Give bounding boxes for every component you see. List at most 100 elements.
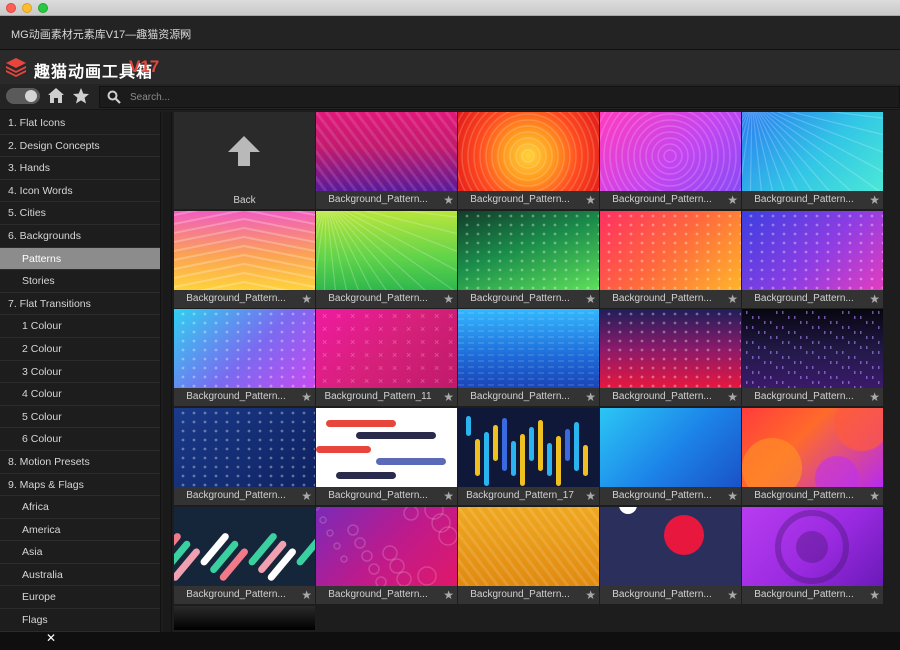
asset-tile[interactable]: Background_Pattern... ★ [742, 408, 883, 506]
favorite-star-icon[interactable]: ★ [443, 390, 454, 404]
favorite-star-icon[interactable]: ★ [585, 588, 596, 602]
sidebar-scrollbar[interactable] [163, 112, 172, 632]
asset-tile[interactable]: Background_Pattern... ★ [316, 506, 457, 604]
favorite-star-icon[interactable]: ★ [443, 588, 454, 602]
sidebar-item[interactable]: 7. Flat Transitions [0, 292, 160, 316]
asset-tile[interactable]: × × × × × × × × × × × × × × × × × × × × × × × × × × × × × × × × × × × × × × × ×… [316, 309, 457, 407]
asset-tile[interactable]: Background_Pattern... ★ [742, 309, 883, 407]
asset-thumbnail[interactable] [742, 112, 883, 191]
search-input[interactable] [130, 89, 830, 105]
asset-thumbnail[interactable]: × × × × × × × × × × × × × × × × × × × × × × × × × × × × × × × × × × × × × × × ×… [316, 309, 457, 389]
sidebar-item[interactable]: 3. Hands [0, 157, 160, 180]
asset-thumbnail[interactable] [316, 112, 457, 191]
asset-thumbnail[interactable] [458, 210, 599, 290]
favorite-star-icon[interactable]: ★ [727, 193, 738, 207]
favorite-star-icon[interactable]: ★ [869, 390, 880, 404]
favorite-star-icon[interactable]: ★ [869, 292, 880, 306]
asset-thumbnail[interactable] [742, 506, 883, 586]
back-tile[interactable]: Back [174, 112, 315, 209]
asset-tile[interactable]: Background_Pattern... ★ [600, 309, 741, 407]
favorite-star-icon[interactable]: ★ [443, 193, 454, 207]
asset-thumbnail[interactable] [316, 210, 457, 290]
favorite-star-icon[interactable]: ★ [727, 390, 738, 404]
sidebar-item[interactable]: 5 Colour [0, 405, 160, 429]
zoom-window-button[interactable] [38, 3, 48, 13]
asset-tile[interactable]: Background_Pattern... ★ [174, 210, 315, 308]
favorite-star-icon[interactable]: ★ [727, 292, 738, 306]
asset-thumbnail[interactable] [458, 112, 599, 191]
favorite-star-icon[interactable]: ★ [301, 390, 312, 404]
sidebar-item[interactable]: 2. Design Concepts [0, 134, 160, 158]
minimize-window-button[interactable] [22, 3, 32, 13]
favorite-star-icon[interactable]: ★ [585, 193, 596, 207]
asset-tile-partial[interactable] [174, 605, 315, 630]
asset-thumbnail[interactable] [174, 506, 315, 586]
sidebar-item[interactable]: 1. Flat Icons [0, 112, 160, 135]
asset-tile[interactable]: Background_Pattern... ★ [458, 210, 599, 308]
asset-thumbnail[interactable] [600, 506, 741, 586]
close-icon[interactable]: ✕ [46, 631, 56, 645]
asset-thumbnail[interactable] [742, 210, 883, 290]
sidebar-item[interactable]: 4. Icon Words [0, 179, 160, 203]
favorite-star-icon[interactable]: ★ [443, 292, 454, 306]
asset-tile[interactable]: Background_Pattern... ★ [600, 506, 741, 604]
sidebar-item[interactable]: 2 Colour [0, 337, 160, 361]
favorite-star-icon[interactable]: ★ [585, 489, 596, 503]
asset-tile[interactable]: Background_Pattern... ★ [742, 112, 883, 209]
asset-thumbnail[interactable] [174, 309, 315, 389]
asset-tile[interactable]: Background_Pattern... ★ [174, 506, 315, 604]
asset-thumbnail[interactable] [742, 408, 883, 488]
home-icon[interactable] [47, 87, 65, 105]
sidebar-item[interactable]: 8. Motion Presets [0, 450, 160, 474]
panel-title[interactable]: MG动画素材元素库V17—趣猫资源网 [11, 26, 191, 42]
asset-thumbnail[interactable] [600, 112, 741, 191]
asset-tile[interactable]: Background_Pattern... ★ [600, 112, 741, 209]
favorite-star-icon[interactable]: ★ [585, 292, 596, 306]
asset-tile[interactable]: Background_Pattern... ★ [174, 408, 315, 506]
asset-thumbnail[interactable] [174, 408, 315, 488]
sidebar-item[interactable]: Asia [0, 541, 160, 564]
favorite-star-icon[interactable]: ★ [301, 588, 312, 602]
asset-thumbnail[interactable] [742, 309, 883, 389]
sidebar-item[interactable]: Australia [0, 563, 160, 587]
asset-thumbnail[interactable] [316, 506, 457, 586]
sidebar-item[interactable]: 1 Colour [0, 315, 160, 338]
favorite-star-icon[interactable]: ★ [585, 390, 596, 404]
asset-thumbnail[interactable] [600, 309, 741, 389]
asset-tile[interactable]: Background_Pattern... ★ [600, 210, 741, 308]
mode-toggle[interactable] [6, 88, 40, 104]
asset-tile[interactable]: Background_Pattern... ★ [458, 112, 599, 209]
sidebar-item[interactable]: America [0, 518, 160, 542]
asset-tile[interactable]: Background_Pattern... ★ [600, 408, 741, 506]
asset-thumbnail[interactable] [458, 408, 599, 488]
sidebar-item[interactable]: 3 Colour [0, 360, 160, 384]
asset-thumbnail[interactable] [458, 506, 599, 586]
sidebar-item[interactable]: Europe [0, 586, 160, 610]
asset-tile[interactable]: Background_Pattern... ★ [316, 210, 457, 308]
asset-thumbnail[interactable] [458, 309, 599, 389]
asset-thumbnail[interactable] [600, 408, 741, 488]
asset-tile[interactable]: Background_Pattern... ★ [458, 309, 599, 407]
asset-tile[interactable]: Background_Pattern... ★ [316, 408, 457, 506]
asset-tile[interactable]: Background_Pattern... ★ [742, 506, 883, 604]
sidebar-item[interactable]: 6. Backgrounds [0, 224, 160, 248]
favorite-star-icon[interactable]: ★ [727, 588, 738, 602]
favorite-star-icon[interactable]: ★ [869, 193, 880, 207]
search-box[interactable] [99, 86, 900, 108]
sidebar-item[interactable]: Flags [0, 609, 160, 632]
sidebar-item[interactable]: 6 Colour [0, 428, 160, 451]
asset-tile[interactable]: Background_Pattern... ★ [742, 210, 883, 308]
asset-thumbnail[interactable] [174, 210, 315, 290]
sidebar-item[interactable]: Stories [0, 270, 160, 293]
hamburger-icon[interactable]: ≡ [180, 25, 187, 39]
favorites-star-icon[interactable] [72, 87, 90, 105]
close-window-button[interactable] [6, 3, 16, 13]
favorite-star-icon[interactable]: ★ [301, 292, 312, 306]
asset-thumbnail[interactable] [316, 408, 457, 488]
sidebar-item[interactable]: Patterns [0, 247, 160, 271]
asset-tile[interactable]: Background_Pattern... ★ [174, 309, 315, 407]
favorite-star-icon[interactable]: ★ [869, 489, 880, 503]
sidebar-item[interactable]: Africa [0, 496, 160, 519]
sidebar-item[interactable]: 9. Maps & Flags [0, 473, 160, 497]
asset-tile[interactable]: Background_Pattern_17 ★ [458, 408, 599, 506]
